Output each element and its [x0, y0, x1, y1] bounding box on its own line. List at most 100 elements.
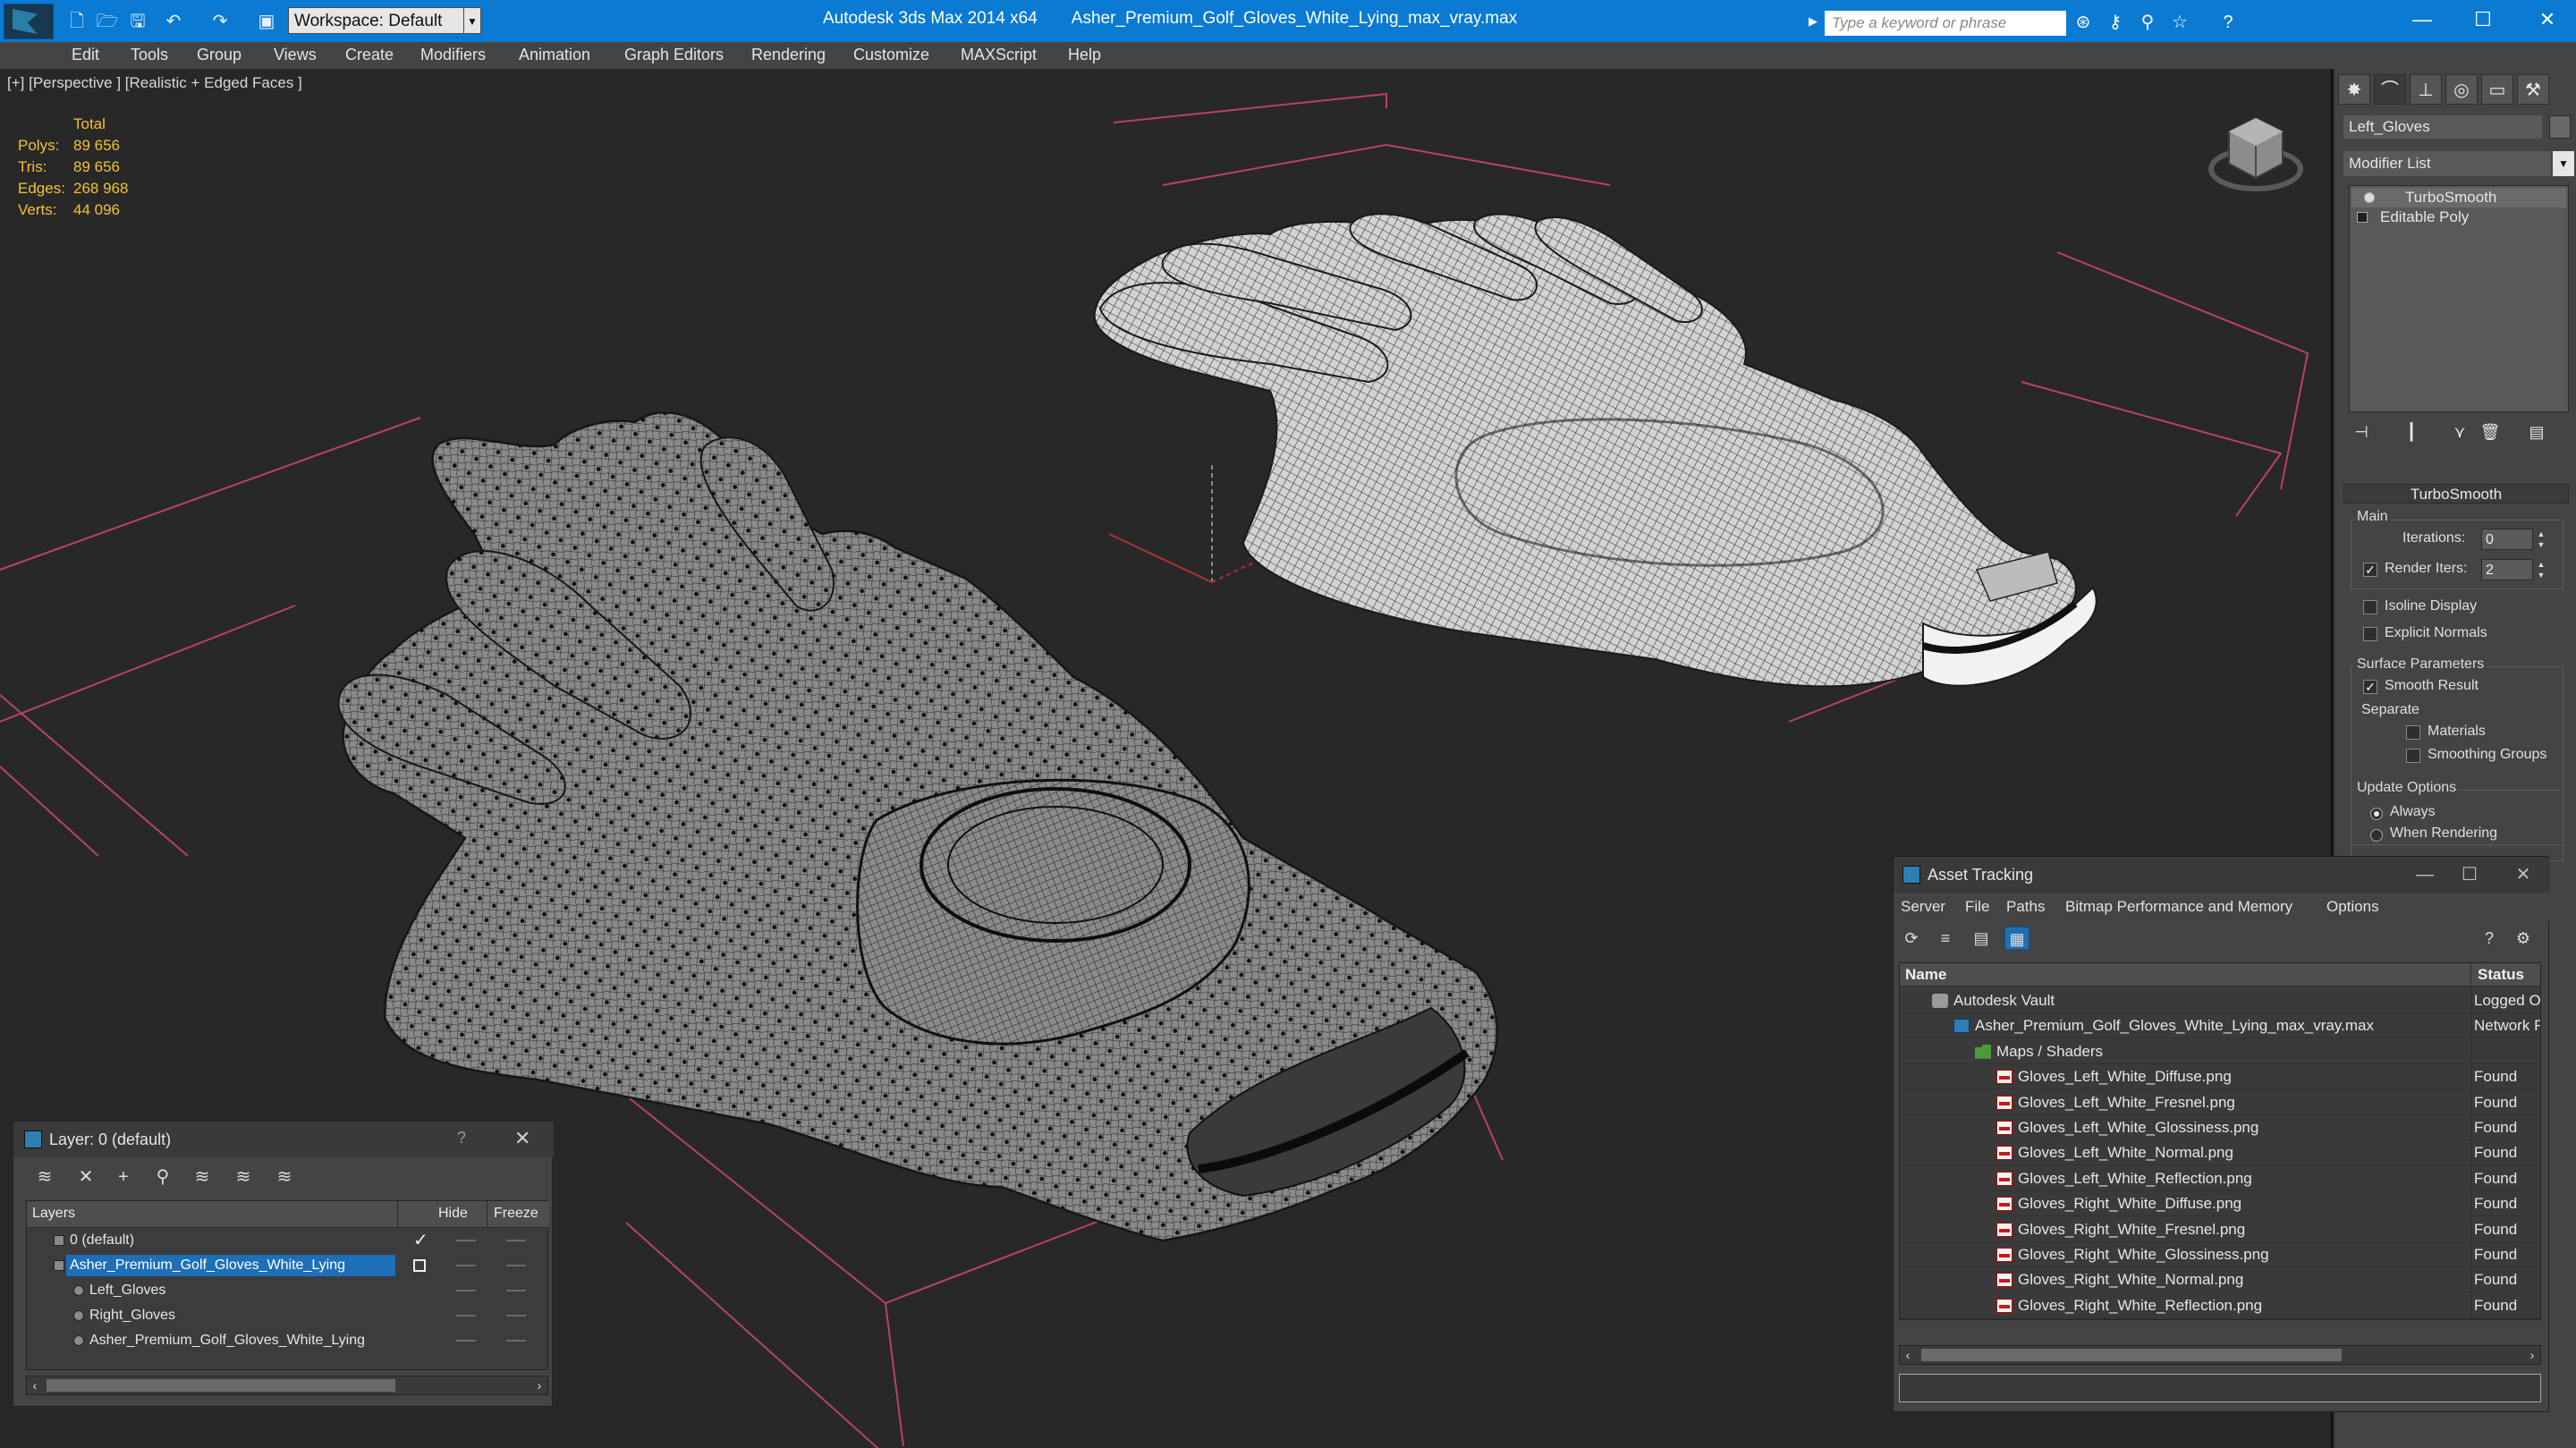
- add-to-layer-icon[interactable]: +: [110, 1164, 137, 1190]
- help-icon[interactable]: ?: [2215, 11, 2241, 34]
- create-tab-icon[interactable]: ✸: [2338, 74, 2370, 105]
- asset-row[interactable]: Maps / Shaders: [1900, 1039, 2540, 1064]
- asset-row[interactable]: Gloves_Left_White_Glossiness.png Found: [1900, 1115, 2540, 1140]
- display-tab-icon[interactable]: ▭: [2481, 74, 2513, 105]
- menu-file[interactable]: File: [1965, 898, 1989, 916]
- asset-row[interactable]: Gloves_Right_White_Diffuse.png Found: [1900, 1191, 2540, 1217]
- viewport-label[interactable]: [+] [Perspective ] [Realistic + Edged Fa…: [7, 74, 302, 92]
- menu-edit[interactable]: Edit: [72, 46, 99, 64]
- list-view-icon[interactable]: ≡: [1933, 927, 1958, 950]
- scroll-left-icon[interactable]: ‹: [27, 1376, 43, 1394]
- make-unique-icon[interactable]: ⋎: [2447, 419, 2472, 445]
- layer-row[interactable]: Asher_Premium_Golf_Gloves_White_Lying: [27, 1253, 549, 1278]
- menu-group[interactable]: Group: [197, 46, 242, 64]
- scrollbar-thumb[interactable]: [1921, 1349, 2342, 1361]
- new-file-icon[interactable]: 🗋: [64, 11, 89, 32]
- iterations-spinner[interactable]: 0: [2481, 529, 2533, 550]
- open-file-icon[interactable]: 🗁: [95, 11, 120, 32]
- smooth-result-checkbox[interactable]: ✓: [2363, 680, 2377, 694]
- subscription-icon[interactable]: ⚷: [2102, 11, 2129, 34]
- asset-row[interactable]: Asher_Premium_Golf_Gloves_White_Lying_ma…: [1900, 1013, 2540, 1039]
- layer-row[interactable]: Right_Gloves: [27, 1303, 549, 1328]
- minimize-button[interactable]: —: [2407, 860, 2443, 889]
- materials-checkbox[interactable]: [2406, 725, 2420, 740]
- project-folder-icon[interactable]: ▣: [254, 11, 279, 32]
- binoculars-icon[interactable]: ⊛: [2070, 11, 2097, 34]
- settings-icon[interactable]: ⚙: [2511, 927, 2536, 950]
- help-icon[interactable]: ?: [2477, 927, 2502, 950]
- maximize-button[interactable]: ☐: [2452, 860, 2487, 889]
- menu-options[interactable]: Options: [2326, 898, 2379, 916]
- save-file-icon[interactable]: 🖫: [125, 11, 150, 32]
- when-rendering-radio[interactable]: [2370, 829, 2383, 842]
- select-objects-icon[interactable]: ⚲: [149, 1164, 176, 1190]
- menu-rendering[interactable]: Rendering: [751, 46, 826, 64]
- spinner-arrows-icon[interactable]: ▲ ▼: [2535, 529, 2547, 550]
- app-menu-button[interactable]: [4, 4, 54, 39]
- layer-window-titlebar[interactable]: Layer: 0 (default) ? ✕: [13, 1122, 554, 1157]
- always-radio[interactable]: [2370, 808, 2383, 820]
- column-layers[interactable]: Layers: [32, 1206, 75, 1222]
- object-color-swatch[interactable]: [2549, 115, 2571, 139]
- remove-modifier-icon[interactable]: 🗑: [2478, 419, 2503, 445]
- column-hide[interactable]: Hide: [438, 1206, 468, 1222]
- chevron-down-icon[interactable]: ▼: [2553, 151, 2574, 176]
- delete-layer-icon[interactable]: ✕: [72, 1164, 99, 1190]
- menu-views[interactable]: Views: [274, 46, 317, 64]
- menu-create[interactable]: Create: [345, 46, 394, 64]
- asset-row[interactable]: Gloves_Left_White_Reflection.png Found: [1900, 1166, 2540, 1191]
- close-button[interactable]: ✕: [2529, 4, 2565, 36]
- lightbulb-icon[interactable]: [2364, 192, 2375, 203]
- workspace-dropdown[interactable]: Workspace: Default: [288, 7, 467, 34]
- undo-icon[interactable]: ↶: [161, 11, 186, 32]
- utilities-tab-icon[interactable]: ⚒: [2517, 74, 2549, 105]
- stack-item-turbosmooth[interactable]: TurboSmooth: [2351, 188, 2566, 207]
- render-iters-spinner[interactable]: 2: [2481, 559, 2533, 580]
- hide-toggle[interactable]: [456, 1290, 476, 1291]
- asset-row[interactable]: Gloves_Left_White_Diffuse.png Found: [1900, 1064, 2540, 1090]
- freeze-toggle[interactable]: [506, 1265, 526, 1266]
- menu-animation[interactable]: Animation: [519, 46, 590, 64]
- layer-row[interactable]: Left_Gloves: [27, 1278, 549, 1303]
- viewcube[interactable]: [2208, 116, 2303, 191]
- scroll-right-icon[interactable]: ›: [531, 1376, 547, 1394]
- asset-row[interactable]: Autodesk Vault Logged O: [1900, 988, 2540, 1013]
- freeze-toggle[interactable]: [506, 1315, 526, 1317]
- menu-bitmap-performance[interactable]: Bitmap Performance and Memory: [2065, 898, 2292, 916]
- horizontal-scrollbar[interactable]: ‹ ›: [26, 1376, 548, 1395]
- create-layer-icon[interactable]: ≋: [31, 1164, 58, 1190]
- asset-row[interactable]: Gloves_Left_White_Normal.png Found: [1900, 1140, 2540, 1166]
- close-button[interactable]: ✕: [514, 1127, 530, 1150]
- hide-toggle[interactable]: [456, 1265, 476, 1266]
- motion-tab-icon[interactable]: ◎: [2445, 74, 2478, 105]
- favorites-star-icon[interactable]: ☆: [2166, 11, 2193, 34]
- layer-row[interactable]: Asher_Premium_Golf_Gloves_White_Lying: [27, 1328, 549, 1353]
- scroll-left-icon[interactable]: ‹: [1900, 1346, 1916, 1364]
- menu-paths[interactable]: Paths: [2006, 898, 2045, 916]
- horizontal-scrollbar[interactable]: ‹ ›: [1899, 1345, 2541, 1365]
- modify-tab-icon[interactable]: ⌒: [2374, 74, 2406, 105]
- isoline-display-checkbox[interactable]: [2363, 600, 2377, 614]
- hide-all-icon[interactable]: ≋: [230, 1164, 257, 1190]
- object-name-field[interactable]: Left_Gloves: [2343, 115, 2542, 139]
- render-iters-checkbox[interactable]: ✓: [2363, 563, 2377, 577]
- asset-row[interactable]: Gloves_Left_White_Fresnel.png Found: [1900, 1090, 2540, 1115]
- pin-stack-icon[interactable]: ⊣: [2349, 419, 2374, 445]
- hierarchy-tab-icon[interactable]: ⊥: [2410, 74, 2442, 105]
- chevron-down-icon[interactable]: ▼: [463, 7, 481, 34]
- asset-row[interactable]: Gloves_Right_White_Reflection.png Found: [1900, 1293, 2540, 1318]
- freeze-toggle[interactable]: [506, 1290, 526, 1291]
- table-view-icon[interactable]: ▦: [2004, 927, 2029, 950]
- scroll-right-icon[interactable]: ›: [2524, 1346, 2540, 1364]
- search-input[interactable]: Type a keyword or phrase: [1825, 11, 2066, 36]
- asset-row[interactable]: Gloves_Right_White_Normal.png Found: [1900, 1267, 2540, 1293]
- column-name[interactable]: Name: [1905, 966, 1946, 984]
- menu-help[interactable]: Help: [1068, 46, 1101, 64]
- column-status[interactable]: Status: [2478, 966, 2524, 984]
- asset-row[interactable]: Gloves_Right_White_Glossiness.png Found: [1900, 1242, 2540, 1267]
- configure-sets-icon[interactable]: ▤: [2524, 419, 2549, 445]
- menu-graph-editors[interactable]: Graph Editors: [624, 46, 724, 64]
- communication-center-icon[interactable]: ⚲: [2134, 11, 2161, 34]
- redo-icon[interactable]: ↷: [208, 11, 233, 32]
- layer-row[interactable]: 0 (default) ✓: [27, 1228, 549, 1253]
